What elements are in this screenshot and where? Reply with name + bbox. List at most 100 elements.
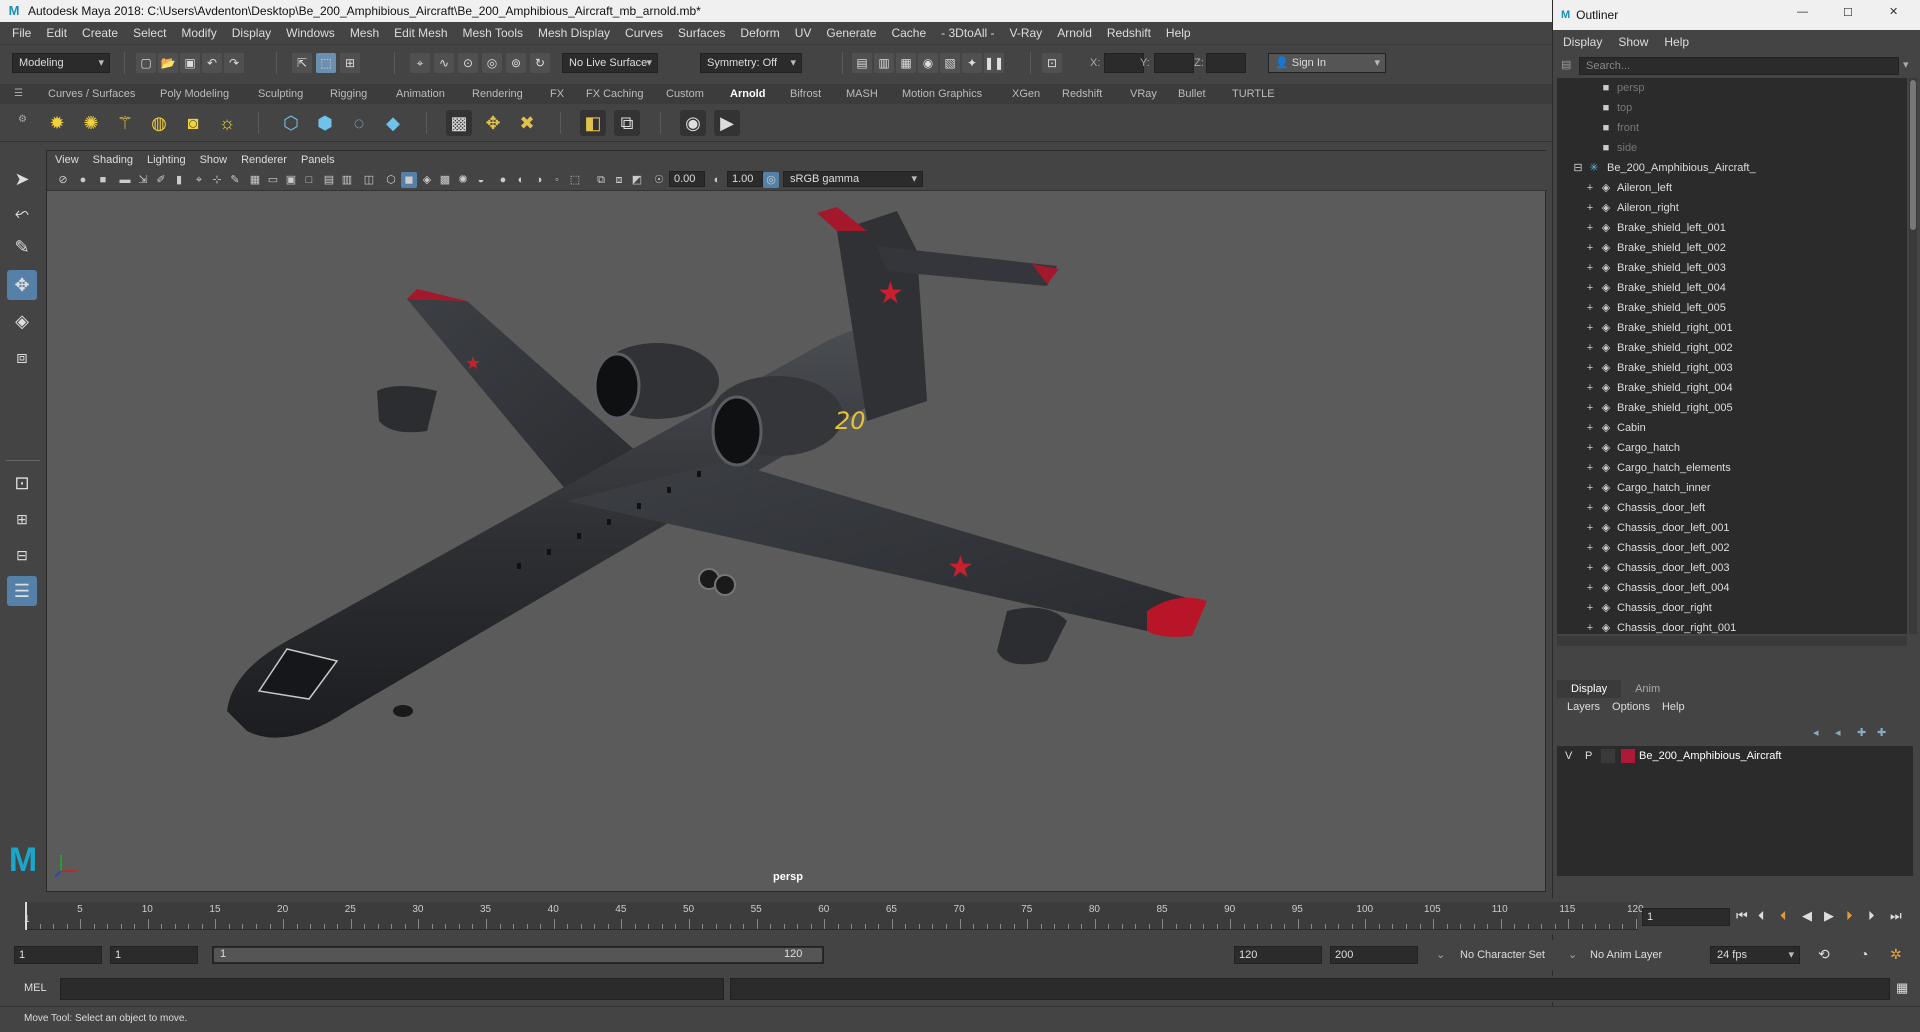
- display-type-toggle[interactable]: [1601, 749, 1615, 763]
- list-item[interactable]: + ◈ Cargo_hatch_elements: [1557, 458, 1907, 478]
- flush-cache-icon[interactable]: ✥: [480, 110, 506, 136]
- depth-of-field-icon[interactable]: ◐: [513, 172, 529, 188]
- list-item[interactable]: + ◈ Aileron_left: [1557, 178, 1907, 198]
- shadows-icon[interactable]: ▩: [437, 172, 453, 188]
- viewport-menu-panels[interactable]: Panels: [301, 154, 349, 166]
- list-item[interactable]: + ◈ Chassis_door_left_002: [1557, 538, 1907, 558]
- anti-aliasing-icon[interactable]: ●: [495, 172, 511, 188]
- list-item[interactable]: + ◈ Brake_shield_left_003: [1557, 258, 1907, 278]
- tab-fx-caching[interactable]: FX Caching: [586, 84, 643, 104]
- list-item[interactable]: + ◈ Brake_shield_right_001: [1557, 318, 1907, 338]
- lasso-tool-icon[interactable]: ⬿: [7, 198, 37, 228]
- expand-icon[interactable]: +: [1583, 498, 1597, 518]
- move-layer-up-icon[interactable]: ◂: [1813, 726, 1819, 739]
- tab-anim-layers[interactable]: Anim: [1621, 680, 1674, 698]
- snap-grid-icon[interactable]: ⌖: [410, 53, 430, 73]
- wireframe-on-shaded-icon[interactable]: ▥: [339, 172, 355, 188]
- tab-poly-modeling[interactable]: Poly Modeling: [160, 84, 229, 104]
- snap-live-icon[interactable]: ⊚: [506, 53, 526, 73]
- outliner-hscrollbar[interactable]: [1557, 636, 1907, 646]
- photometric-light-icon[interactable]: ⚚: [112, 110, 138, 136]
- expand-icon[interactable]: +: [1583, 558, 1597, 578]
- menu-arnold[interactable]: Arnold: [1051, 26, 1101, 40]
- list-item[interactable]: + ◈ Aileron_right: [1557, 198, 1907, 218]
- menu-display[interactable]: Display: [226, 26, 280, 40]
- z-field[interactable]: [1206, 53, 1246, 73]
- layer-list[interactable]: V P Be_200_Amphibious_Aircraft: [1557, 746, 1913, 876]
- outliner-scrollbar-thumb[interactable]: [1910, 80, 1916, 230]
- two-pane-layout-icon[interactable]: ⊟: [7, 540, 37, 570]
- expand-icon[interactable]: +: [1583, 478, 1597, 498]
- expand-icon[interactable]: +: [1583, 578, 1597, 598]
- layer-menu-options[interactable]: Options: [1612, 698, 1662, 716]
- isolate-select-icon[interactable]: ◑: [531, 172, 547, 188]
- xray-joints-icon[interactable]: ◦: [549, 172, 565, 188]
- tab-arnold[interactable]: Arnold: [730, 84, 765, 104]
- tab-bullet[interactable]: Bullet: [1178, 84, 1206, 104]
- motion-blur-icon[interactable]: ◒: [473, 172, 489, 188]
- symmetry-dropdown[interactable]: Symmetry: Off: [700, 53, 802, 73]
- viewport-menu-shading[interactable]: Shading: [93, 154, 147, 166]
- snap-curve-icon[interactable]: ∿: [434, 53, 454, 73]
- snap-point-icon[interactable]: ⊙: [458, 53, 478, 73]
- list-item[interactable]: + ◈ Brake_shield_right_003: [1557, 358, 1907, 378]
- list-item[interactable]: + ◈ Brake_shield_right_002: [1557, 338, 1907, 358]
- start-time-field[interactable]: 1: [14, 946, 102, 964]
- shelf-menu-icon[interactable]: ☰: [14, 88, 28, 100]
- time-slider[interactable]: 5 10 15 20 25 30 35 40 45 50 55 60 65 70 75 80 85 90 95 100…: [0, 898, 1920, 934]
- smooth-shade-icon[interactable]: ▤: [321, 172, 337, 188]
- playback-toggle[interactable]: P: [1585, 750, 1592, 762]
- menu-mesh-tools[interactable]: Mesh Tools: [457, 26, 532, 40]
- tab-vray[interactable]: VRay: [1130, 84, 1157, 104]
- menu-vray[interactable]: V-Ray: [1004, 26, 1052, 40]
- menu-deform[interactable]: Deform: [734, 26, 788, 40]
- outliner-layout-icon[interactable]: ☰: [7, 576, 37, 606]
- expand-icon[interactable]: +: [1583, 238, 1597, 258]
- list-item[interactable]: + ◈ Chassis_door_left_004: [1557, 578, 1907, 598]
- camera-attributes-icon[interactable]: ⊘: [55, 172, 71, 188]
- search-options-icon[interactable]: ▾: [1903, 58, 1909, 71]
- expand-icon[interactable]: +: [1583, 518, 1597, 538]
- expand-icon[interactable]: +: [1583, 458, 1597, 478]
- expand-icon[interactable]: +: [1583, 178, 1597, 198]
- light-portal-icon[interactable]: ◙: [180, 110, 206, 136]
- menu-curves[interactable]: Curves: [619, 26, 672, 40]
- use-all-lights-icon[interactable]: ◈: [419, 172, 435, 188]
- list-item[interactable]: + ◈ Chassis_door_left: [1557, 498, 1907, 518]
- menu-cache[interactable]: Cache: [885, 26, 935, 40]
- snap-rotate-icon[interactable]: ↻: [530, 53, 550, 73]
- wireframe-icon[interactable]: □: [301, 172, 317, 188]
- filter-icon[interactable]: ▤: [1561, 58, 1571, 71]
- outliner-menu-show[interactable]: Show: [1618, 35, 1664, 49]
- expand-icon[interactable]: +: [1583, 378, 1597, 398]
- camera-frame-icon[interactable]: ⧉: [593, 172, 609, 188]
- render-view-icon[interactable]: ▧: [940, 53, 960, 73]
- expand-icon[interactable]: +: [1583, 278, 1597, 298]
- list-item[interactable]: + ◈ Chassis_door_right_001: [1557, 618, 1907, 634]
- list-item[interactable]: + ◈ Chassis_door_left_001: [1557, 518, 1907, 538]
- menu-windows[interactable]: Windows: [280, 26, 344, 40]
- render-view-icon[interactable]: ◉: [680, 110, 706, 136]
- render-icon[interactable]: ◧: [580, 110, 606, 136]
- close-icon[interactable]: ✕: [1889, 5, 1898, 18]
- expand-icon[interactable]: +: [1583, 318, 1597, 338]
- menu-modify[interactable]: Modify: [175, 26, 225, 40]
- redo-icon[interactable]: ↷: [224, 53, 244, 73]
- gamma-field[interactable]: 1.00: [727, 171, 763, 187]
- outliner-search-input[interactable]: Search...: [1579, 57, 1899, 75]
- expand-icon[interactable]: +: [1583, 438, 1597, 458]
- physical-sky-icon[interactable]: ☼: [214, 110, 240, 136]
- command-input[interactable]: [60, 978, 724, 1000]
- tab-mash[interactable]: MASH: [846, 84, 878, 104]
- new-empty-layer-icon[interactable]: ✚: [1857, 726, 1866, 739]
- tab-sculpting[interactable]: Sculpting: [258, 84, 303, 104]
- export-standin-icon[interactable]: ⬢: [312, 110, 338, 136]
- playblast-icon[interactable]: ◩: [629, 172, 645, 188]
- menu-help[interactable]: Help: [1160, 26, 1200, 40]
- list-item[interactable]: + ◈ Brake_shield_left_005: [1557, 298, 1907, 318]
- layer-menu-help[interactable]: Help: [1662, 698, 1697, 716]
- field-chart-icon[interactable]: ✎: [227, 172, 243, 188]
- expand-icon[interactable]: +: [1583, 358, 1597, 378]
- time-ruler[interactable]: 5 10 15 20 25 30 35 40 45 50 55 60 65 70 75 80 85 90 95 100…: [24, 902, 1644, 930]
- safe-title-icon[interactable]: ▣: [283, 172, 299, 188]
